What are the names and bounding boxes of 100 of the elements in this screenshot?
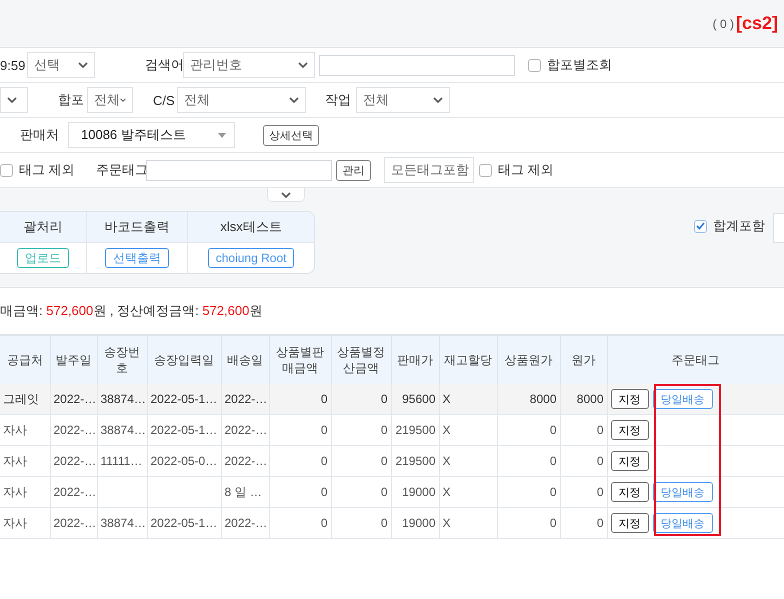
select-field[interactable]: 전체 (87, 87, 133, 113)
table-cell: 2022-… (54, 423, 96, 437)
column-header: 배송일 (221, 336, 269, 384)
table-cell: X (442, 454, 451, 468)
table-cell: X (442, 423, 451, 437)
select-field[interactable]: 선택 (27, 52, 95, 78)
table-cell: 0 (380, 423, 388, 437)
table-cell: 그레잇 (3, 392, 39, 406)
table-cell: 2022-… (224, 516, 268, 530)
table-cell: 2022-… (224, 392, 268, 406)
table-cell: 38874… (100, 423, 146, 437)
table-cell: 0 (380, 454, 388, 468)
table-cell: 자사 (3, 516, 27, 530)
tag-chip[interactable]: 당일배송 (652, 389, 712, 409)
field-label: 판매처 (20, 126, 60, 144)
assign-button[interactable]: 지정 (610, 513, 648, 533)
tool-header: xlsx테스트 (188, 212, 314, 243)
checkbox-label: 태그 제외 (498, 161, 554, 179)
select-field[interactable]: 10086 발주테스트 (68, 122, 235, 148)
table-cell: 2022-05-1… (150, 516, 218, 530)
assign-button[interactable]: 지정 (610, 389, 648, 409)
table-cell: 0 (320, 423, 328, 437)
table-cell: 38874… (100, 516, 146, 530)
table-cell: 자사 (3, 484, 27, 498)
select-field[interactable]: 전체 (177, 87, 306, 113)
table-cell: 자사 (3, 422, 27, 436)
table-cell: 8000 (530, 392, 556, 406)
tag-chip[interactable]: 당일배송 (652, 482, 712, 502)
table-cell: 0 (380, 392, 388, 406)
tool-button[interactable]: 선택출력 (105, 248, 170, 268)
table-cell: 19000 (402, 485, 436, 499)
column-header: 원가 (560, 336, 607, 384)
summary-text: 매금액: 572,600원 , 정산예정금액: 572,600원 (0, 302, 262, 320)
table-cell: 0 (596, 454, 604, 468)
table-cell: 0 (320, 454, 328, 468)
table-cell: 38874… (100, 392, 146, 406)
table-cell: 0 (320, 485, 328, 499)
table-cell: 2022-05-0… (150, 454, 218, 468)
column-header: 공급처 (0, 336, 50, 384)
table-cell: 0 (380, 516, 388, 530)
column-header: 주문태그 (607, 336, 784, 384)
table-cell: 8 일 … (224, 484, 262, 498)
table-cell: X (442, 392, 451, 406)
select-field[interactable]: 전체 (356, 87, 450, 113)
table-cell: 11111… (100, 454, 142, 468)
table-cell: 0 (320, 392, 328, 406)
column-header: 송장입력일 (147, 336, 221, 384)
table-cell: 자사 (3, 454, 27, 468)
table-cell: 219500 (395, 454, 436, 468)
field-label: 합포 (58, 91, 84, 109)
table-cell: 2022-… (224, 454, 268, 468)
table-cell: 0 (596, 423, 604, 437)
action-button[interactable]: 관리 (336, 160, 371, 180)
tag-chip[interactable]: 당일배송 (652, 513, 712, 533)
table-cell: 19000 (402, 516, 436, 530)
table-cell: 2022-… (54, 516, 96, 530)
table-cell: 0 (320, 516, 328, 530)
table-cell: 2022-… (224, 423, 268, 437)
column-header: 상품별판매금액 (269, 336, 331, 384)
column-header: 재고할당 (439, 336, 497, 384)
assign-button[interactable]: 지정 (610, 451, 648, 471)
column-header: 송장번호 (97, 336, 147, 384)
select-field[interactable]: 모든태그포함 (384, 157, 474, 183)
field-label: 주문태그 (96, 161, 146, 179)
table-cell: 2022-05-1… (150, 423, 218, 437)
tool-header: 괄처리 (0, 212, 86, 243)
table-cell: 2022-… (54, 392, 96, 406)
column-header: 상품별정산금액 (331, 336, 391, 384)
assign-button[interactable]: 지정 (610, 420, 648, 440)
column-header: 발주일 (50, 336, 97, 384)
column-header: 판매가 (391, 336, 439, 384)
table-cell: X (442, 485, 451, 499)
table-cell: 95600 (402, 392, 436, 406)
field-label: C/S (153, 92, 175, 108)
time-text: 9:59 (0, 58, 26, 72)
table-cell: 2022-05-1… (150, 392, 218, 406)
assign-button[interactable]: 지정 (610, 482, 648, 502)
table-cell: 2022-… (54, 454, 96, 468)
table-cell: 0 (380, 485, 388, 499)
checkbox-label: 합포별조회 (547, 56, 612, 74)
table-cell: X (442, 516, 451, 530)
table-cell: 0 (550, 423, 556, 437)
checkbox-label: 태그 제외 (19, 161, 75, 179)
code-label: [cs2] (736, 13, 778, 34)
tool-button[interactable]: choiung Root (208, 248, 294, 268)
table-cell: 0 (550, 454, 556, 468)
checkbox-label: 합계포함 (713, 217, 765, 235)
table-cell: 0 (596, 516, 604, 530)
column-header: 상품원가 (497, 336, 560, 384)
field-label: 작업 (325, 91, 352, 109)
table-cell: 2022-… (54, 485, 96, 499)
table-cell: 8000 (576, 392, 604, 406)
table-cell: 219500 (395, 423, 436, 437)
count-text: ( 0 ) (712, 16, 734, 30)
select-field[interactable]: 관리번호 (183, 52, 315, 78)
action-button[interactable]: 상세선택 (263, 124, 319, 146)
table-cell: 0 (550, 485, 556, 499)
table-cell: 0 (550, 516, 556, 530)
tool-header: 바코드출력 (87, 212, 188, 243)
field-label: 검색어 (145, 56, 181, 74)
